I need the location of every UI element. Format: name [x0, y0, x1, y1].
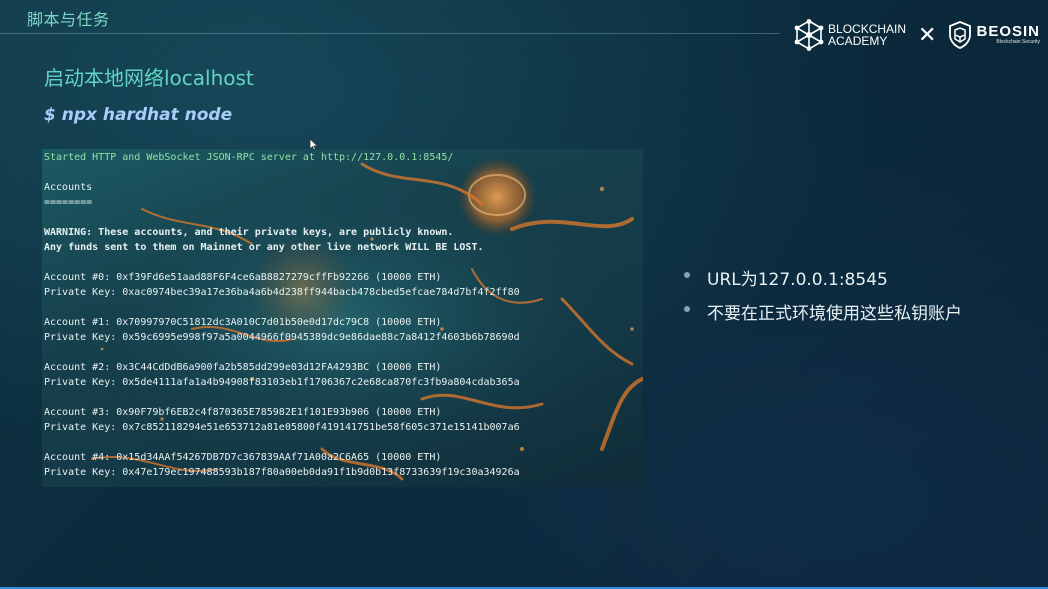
- terminal-line: Account #4: 0x15d34AAf54267DB7D7c367839A…: [44, 452, 442, 463]
- times-symbol: ✕: [918, 22, 937, 48]
- bullet-text: URL为127.0.0.1:8545: [707, 270, 888, 290]
- terminal-line: Private Key: 0x7c852118294e51e653712a81e…: [44, 422, 520, 433]
- blockchain-academy-logo: BLOCKCHAIN ACADEMY: [794, 19, 906, 51]
- beosin-name: BEOSIN: [976, 23, 1040, 40]
- slide: 脚本与任务 BLOCKCHAIN ACADEMY ✕ BEOSIN Blockc…: [0, 0, 1048, 589]
- beosin-logo: BEOSIN Blockchain Security: [948, 21, 1040, 49]
- command-text: $ npx hardhat node: [44, 105, 233, 125]
- blockchain-academy-wordmark: BLOCKCHAIN ACADEMY: [828, 23, 906, 47]
- bullet-url: URL为127.0.0.1:8545: [683, 265, 962, 299]
- page-heading: 启动本地网络localhost: [44, 66, 254, 90]
- terminal-line: Private Key: 0x59c6995e998f97a5a0044966f…: [44, 332, 520, 343]
- blockchain-academy-line2: ACADEMY: [828, 34, 888, 48]
- terminal-line: Account #1: 0x70997970C51812dc3A010C7d01…: [44, 317, 442, 328]
- terminal-line: Started HTTP and WebSocket JSON-RPC serv…: [44, 152, 454, 163]
- terminal-line: Account #3: 0x90F79bf6EB2c4f870365E78598…: [44, 407, 442, 418]
- bullet-dot-icon: [684, 272, 690, 278]
- beosin-tagline: Blockchain Security: [996, 39, 1040, 45]
- bullet-dot-icon: [684, 306, 690, 312]
- bullet-warning: 不要在正式环境使用这些私钥账户: [683, 299, 962, 333]
- section-title: 脚本与任务: [27, 10, 110, 29]
- terminal-line: Accounts: [44, 182, 93, 193]
- beosin-wordmark: BEOSIN Blockchain Security: [976, 24, 1040, 46]
- header-divider: [0, 33, 780, 34]
- terminal-text: Started HTTP and WebSocket JSON-RPC serv…: [44, 150, 520, 480]
- terminal-line: Private Key: 0xac0974bec39a17e36ba4a6b4d…: [44, 287, 520, 298]
- partner-logos: BLOCKCHAIN ACADEMY ✕ BEOSIN Blockchain S…: [794, 18, 1040, 52]
- bullet-list: URL为127.0.0.1:8545 不要在正式环境使用这些私钥账户: [683, 265, 962, 333]
- terminal-line: Private Key: 0x47e179ec197488593b187f80a…: [44, 467, 520, 478]
- bullet-text: 不要在正式环境使用这些私钥账户: [707, 304, 962, 324]
- terminal-line: WARNING: These accounts, and their priva…: [44, 227, 454, 238]
- terminal-line: Account #0: 0xf39Fd6e51aad88F6F4ce6aB882…: [44, 272, 442, 283]
- terminal-line: Any funds sent to them on Mainnet or any…: [44, 242, 484, 253]
- terminal-line: Account #2: 0x3C44CdDdB6a900fa2b585dd299…: [44, 362, 442, 373]
- terminal-line: Private Key: 0x5de4111afa1a4b94908f83103…: [44, 377, 520, 388]
- terminal-output: Started HTTP and WebSocket JSON-RPC serv…: [42, 149, 643, 487]
- shield-icon: [949, 21, 972, 49]
- terminal-line: ========: [44, 197, 93, 208]
- hexagon-network-icon: [794, 19, 824, 51]
